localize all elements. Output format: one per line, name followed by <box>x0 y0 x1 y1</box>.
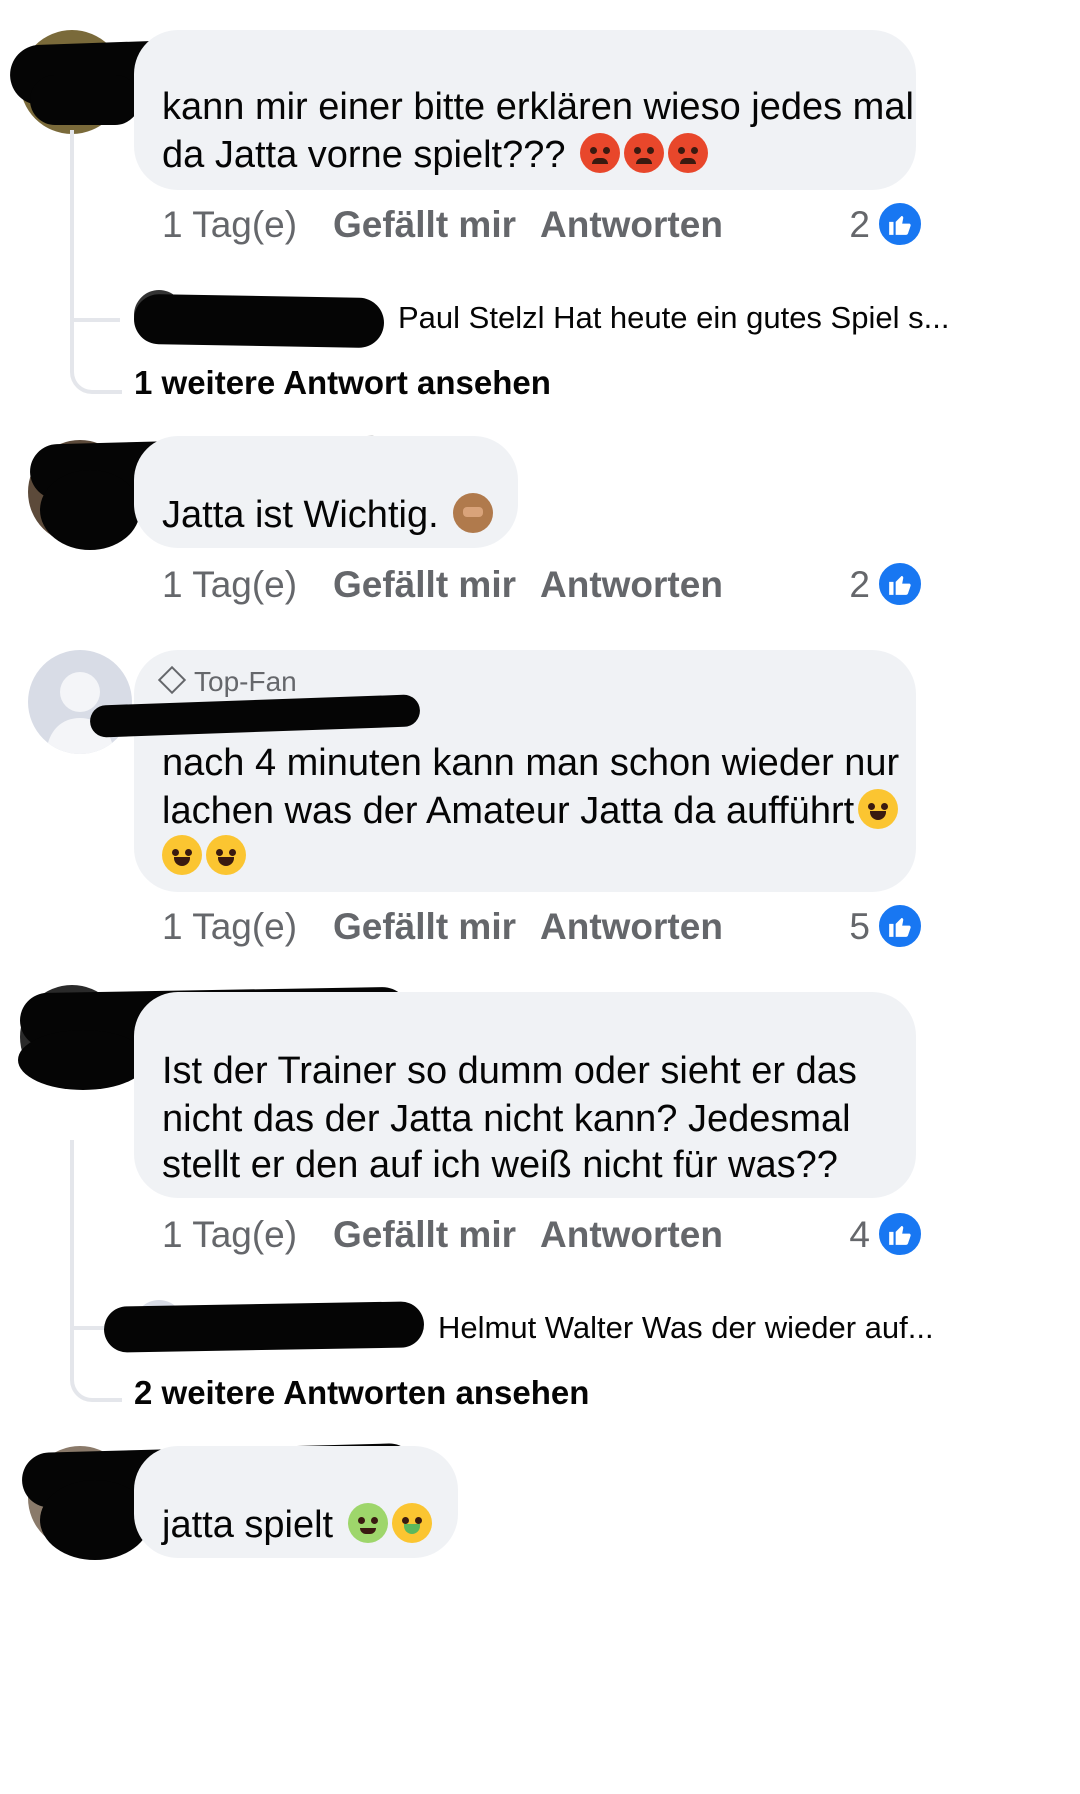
like-reaction-icon <box>876 560 924 608</box>
redaction-scribble <box>30 75 140 125</box>
reply-preview[interactable]: Paul Stelzl Hat heute ein gutes Spiel s.… <box>398 300 949 336</box>
comment-time[interactable]: 1 Tag(e) <box>162 906 297 948</box>
diamond-icon <box>157 665 187 695</box>
comment-time[interactable]: 1 Tag(e) <box>162 564 297 606</box>
reply-thread-line <box>70 130 122 394</box>
comment-text: jatta spielt <box>162 1498 432 1552</box>
like-count[interactable]: 5 <box>820 906 870 948</box>
angry-face-icon <box>668 133 709 173</box>
tears-of-joy-icon <box>858 789 899 829</box>
like-button[interactable]: Gefällt mir <box>333 204 516 246</box>
angry-face-icon <box>624 133 665 173</box>
comment-text: nach 4 minuten kann man schon wieder nur <box>162 742 900 784</box>
like-button[interactable]: Gefällt mir <box>333 564 516 606</box>
redaction-scribble <box>133 293 385 349</box>
default-avatar-icon[interactable] <box>28 650 132 754</box>
redaction-scribble <box>103 1301 425 1353</box>
comment-text: kann mir einer bitte erklären wieso jede… <box>162 86 914 128</box>
reply-connector <box>74 318 120 322</box>
comment-text: stellt er den auf ich weiß nicht für was… <box>162 1144 838 1186</box>
comment-text: lachen was der Amateur Jatta da aufführt <box>162 784 899 838</box>
comment-text: Ist der Trainer so dumm oder sieht er da… <box>162 1050 857 1092</box>
comment-emojis <box>162 830 246 884</box>
top-fan-badge: Top-Fan <box>157 665 297 698</box>
redaction-scribble <box>18 1030 148 1090</box>
reply-button[interactable]: Antworten <box>540 564 723 606</box>
angry-face-icon <box>580 133 621 173</box>
comment-text: da Jatta vorne spielt??? <box>162 128 709 182</box>
reply-button[interactable]: Antworten <box>540 1214 723 1256</box>
see-no-evil-monkey-icon <box>453 493 494 533</box>
reply-button[interactable]: Antworten <box>540 906 723 948</box>
view-more-replies-link[interactable]: 2 weitere Antworten ansehen <box>134 1374 589 1412</box>
reply-button[interactable]: Antworten <box>540 204 723 246</box>
like-count[interactable]: 2 <box>820 564 870 606</box>
like-button[interactable]: Gefällt mir <box>333 906 516 948</box>
view-more-replies-link[interactable]: 1 weitere Antwort ansehen <box>134 364 551 402</box>
comment-text: Jatta ist Wichtig. <box>162 488 494 542</box>
like-reaction-icon <box>876 1210 924 1258</box>
nauseated-face-icon <box>347 1503 388 1543</box>
tears-of-joy-icon <box>206 835 246 875</box>
tears-of-joy-icon <box>162 835 202 875</box>
reply-preview[interactable]: Helmut Walter Was der wieder auf... <box>438 1310 934 1346</box>
like-button[interactable]: Gefällt mir <box>333 1214 516 1256</box>
redaction-scribble <box>40 470 140 550</box>
like-count[interactable]: 2 <box>820 204 870 246</box>
like-reaction-icon <box>876 902 924 950</box>
reply-thread-line <box>70 1140 122 1402</box>
comment-time[interactable]: 1 Tag(e) <box>162 1214 297 1256</box>
like-reaction-icon <box>876 200 924 248</box>
comment-time[interactable]: 1 Tag(e) <box>162 204 297 246</box>
like-count[interactable]: 4 <box>820 1214 870 1256</box>
vomiting-face-icon <box>391 1503 432 1543</box>
